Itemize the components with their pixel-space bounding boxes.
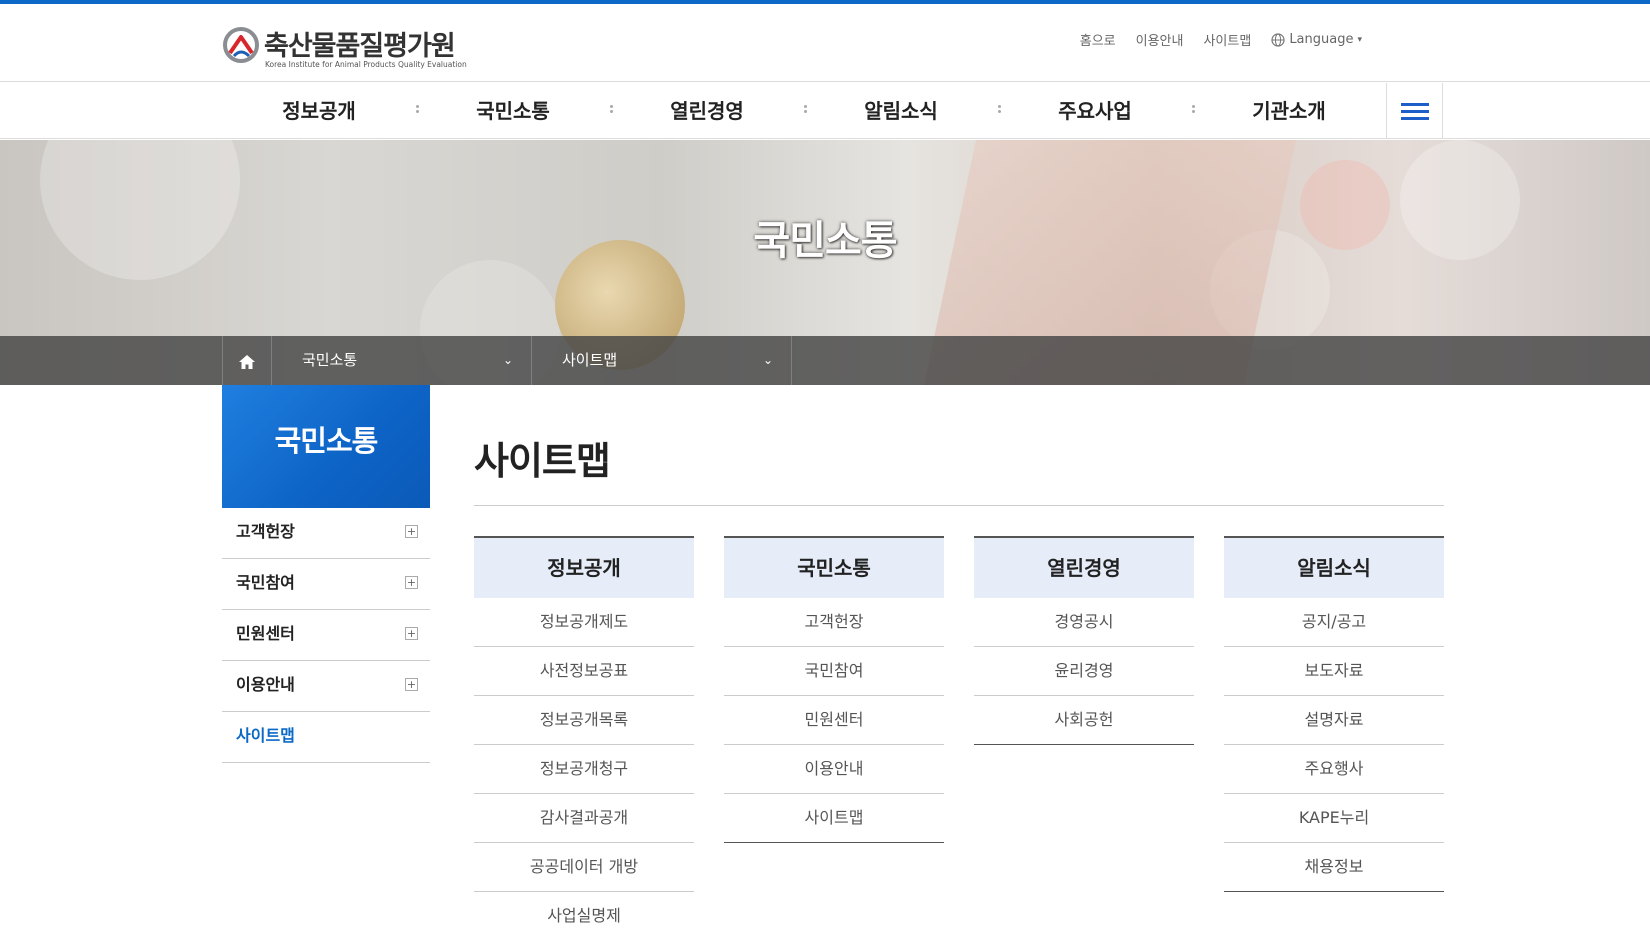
sitemap-column-title[interactable]: 국민소통: [724, 536, 944, 598]
sitemap-column-news: 알림소식 공지/공고 보도자료 설명자료 주요행사 KAPE누리 채용정보: [1224, 536, 1444, 892]
sitemap-link[interactable]: 사이트맵: [724, 794, 944, 843]
side-item-label: 사이트맵: [236, 726, 295, 745]
plus-icon[interactable]: +: [405, 627, 418, 640]
logo-mark-icon: [223, 27, 259, 63]
sitemap-column-open-management: 열린경영 경영공시 윤리경영 사회공헌: [974, 536, 1194, 745]
home-icon: [239, 355, 255, 369]
plus-icon[interactable]: +: [405, 678, 418, 691]
sitemap-link[interactable]: 정보공개목록: [474, 696, 694, 745]
sitemap-link[interactable]: 채용정보: [1224, 843, 1444, 892]
globe-icon: [1271, 32, 1285, 47]
side-menu-title: 국민소통: [222, 385, 430, 508]
logo-subtitle: Korea Institute for Animal Products Qual…: [265, 60, 467, 69]
location-depth1-dropdown[interactable]: 국민소통 ⌄: [272, 336, 532, 385]
all-menu-button[interactable]: [1386, 83, 1443, 139]
side-item-participation[interactable]: 국민참여 +: [222, 559, 430, 610]
sitemap-column-title[interactable]: 정보공개: [474, 536, 694, 598]
location-bar: 국민소통 ⌄ 사이트맵 ⌄: [0, 336, 1650, 385]
sitemap-link[interactable]: KAPE누리: [1224, 794, 1444, 843]
sitemap-link[interactable]: 윤리경영: [974, 647, 1194, 696]
site-logo[interactable]: 축산물품질평가원 Korea Institute for Animal Prod…: [222, 24, 472, 72]
sitemap-link[interactable]: 설명자료: [1224, 696, 1444, 745]
divider: [474, 505, 1444, 506]
util-guide-link[interactable]: 이용안내: [1136, 30, 1184, 49]
sitemap-link[interactable]: 사전정보공표: [474, 647, 694, 696]
sitemap-column-info-disclosure: 정보공개 정보공개제도 사전정보공표 정보공개목록 정보공개청구 감사결과공개 …: [474, 536, 694, 934]
sitemap-link[interactable]: 보도자료: [1224, 647, 1444, 696]
side-item-civil-center[interactable]: 민원센터 +: [222, 610, 430, 661]
page-title: 사이트맵: [474, 439, 611, 483]
utility-links: 홈으로 이용안내 사이트맵 Language ▾: [1080, 30, 1362, 49]
location-depth1-label: 국민소통: [302, 351, 358, 369]
sitemap-link[interactable]: 주요행사: [1224, 745, 1444, 794]
header: 축산물품질평가원 Korea Institute for Animal Prod…: [0, 4, 1650, 82]
gnb-item-info-disclosure[interactable]: 정보공개: [222, 83, 416, 139]
side-item-guide[interactable]: 이용안내 +: [222, 661, 430, 712]
gnb-item-business[interactable]: 주요사업: [998, 83, 1192, 139]
util-sitemap-link[interactable]: 사이트맵: [1203, 30, 1251, 49]
sitemap-link[interactable]: 정보공개제도: [474, 598, 694, 647]
location-depth2-label: 사이트맵: [562, 351, 618, 369]
sitemap-link[interactable]: 고객헌장: [724, 598, 944, 647]
sitemap-link[interactable]: 이용안내: [724, 745, 944, 794]
sitemap-link[interactable]: 사업실명제: [474, 892, 694, 934]
plus-icon[interactable]: +: [405, 525, 418, 538]
gnb-item-open-management[interactable]: 열린경영: [610, 83, 804, 139]
side-item-label: 이용안내: [236, 675, 295, 694]
sitemap-link[interactable]: 경영공시: [974, 598, 1194, 647]
sitemap-column-title[interactable]: 알림소식: [1224, 536, 1444, 598]
sitemap-column-title[interactable]: 열린경영: [974, 536, 1194, 598]
location-depth2-dropdown[interactable]: 사이트맵 ⌄: [532, 336, 792, 385]
side-item-sitemap[interactable]: 사이트맵: [222, 712, 430, 763]
sitemap-link[interactable]: 정보공개청구: [474, 745, 694, 794]
side-item-customer-charter[interactable]: 고객헌장 +: [222, 508, 430, 559]
caret-down-icon: ▾: [1357, 34, 1362, 45]
plus-icon[interactable]: +: [405, 576, 418, 589]
sitemap-link[interactable]: 국민참여: [724, 647, 944, 696]
side-item-label: 민원센터: [236, 624, 295, 643]
language-select[interactable]: Language ▾: [1271, 32, 1362, 47]
side-menu: 고객헌장 + 국민참여 + 민원센터 + 이용안내 + 사이트맵: [222, 508, 430, 763]
hamburger-icon: [1401, 103, 1429, 106]
gnb-item-news[interactable]: 알림소식: [804, 83, 998, 139]
sitemap-link[interactable]: 공지/공고: [1224, 598, 1444, 647]
side-item-label: 국민참여: [236, 573, 295, 592]
sitemap-link[interactable]: 감사결과공개: [474, 794, 694, 843]
sitemap-link[interactable]: 공공데이터 개방: [474, 843, 694, 892]
gnb-item-about[interactable]: 기관소개: [1192, 83, 1386, 139]
gnb-item-communication[interactable]: 국민소통: [416, 83, 610, 139]
sitemap-link[interactable]: 민원센터: [724, 696, 944, 745]
language-label: Language: [1289, 32, 1354, 47]
home-button[interactable]: [222, 336, 272, 385]
sitemap-link[interactable]: 사회공헌: [974, 696, 1194, 745]
logo-name: 축산물품질평가원: [264, 31, 456, 62]
util-home-link[interactable]: 홈으로: [1080, 30, 1116, 49]
side-item-label: 고객헌장: [236, 522, 295, 541]
sitemap-column-communication: 국민소통 고객헌장 국민참여 민원센터 이용안내 사이트맵: [724, 536, 944, 843]
chevron-down-icon: ⌄: [762, 353, 773, 367]
banner-title: 국민소통: [753, 218, 897, 264]
chevron-down-icon: ⌄: [502, 353, 513, 367]
